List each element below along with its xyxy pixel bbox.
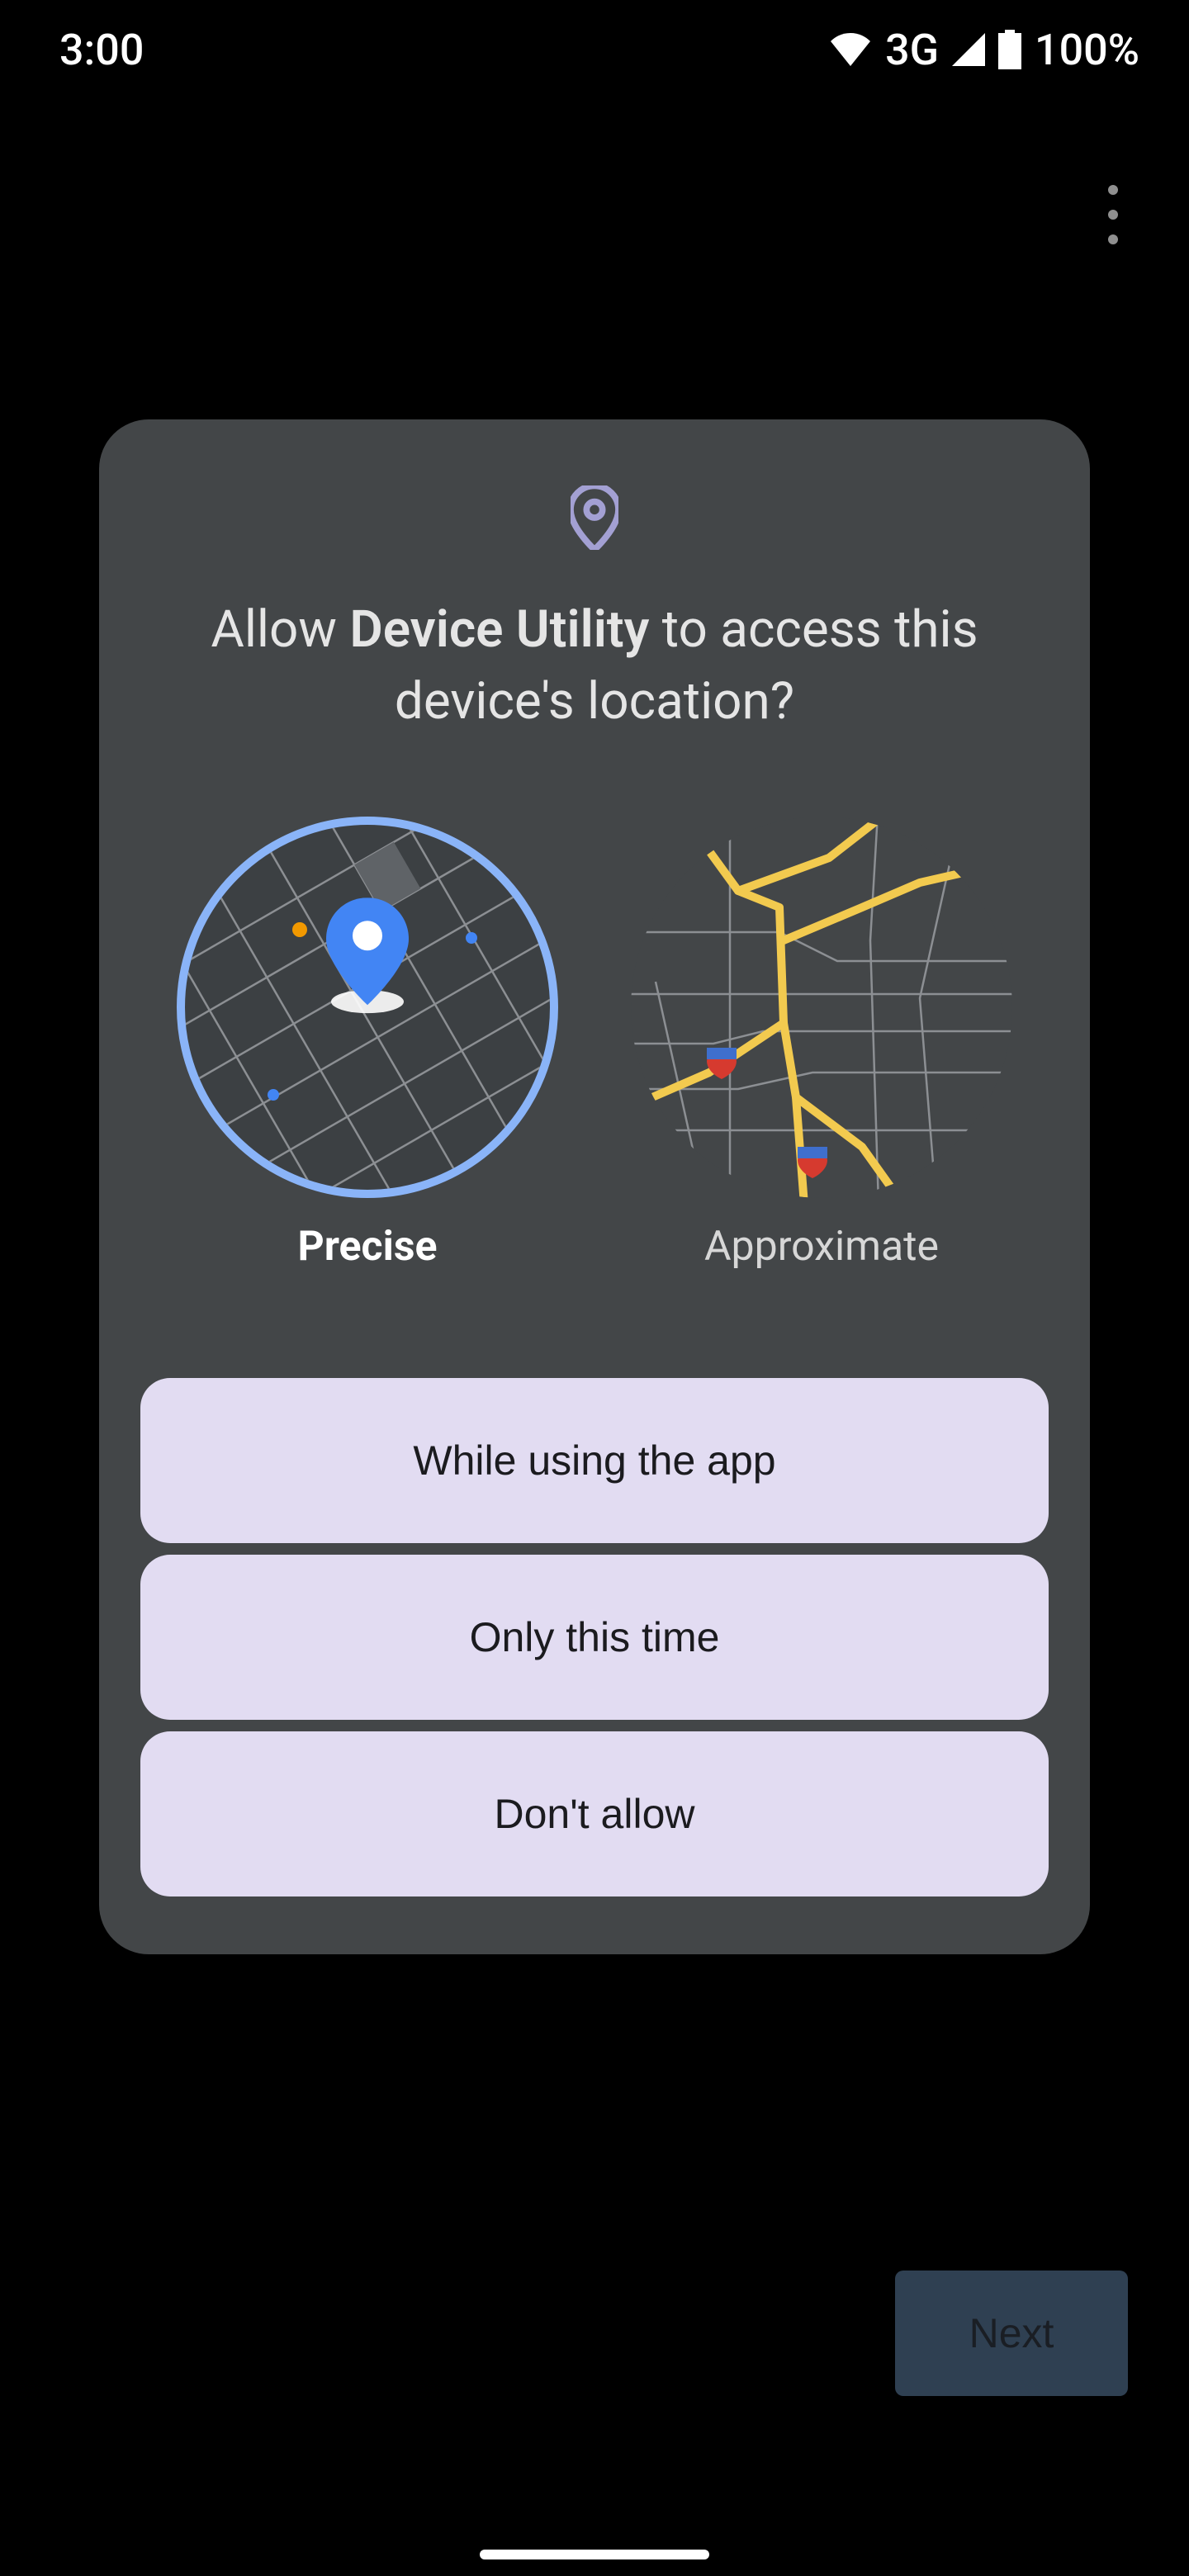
dont-allow-button[interactable]: Don't allow xyxy=(140,1731,1049,1896)
location-pin-icon xyxy=(571,485,618,553)
title-app-name: Device Utility xyxy=(349,599,649,660)
status-time: 3:00 xyxy=(59,25,144,75)
accuracy-options: Precise xyxy=(140,817,1049,1271)
while-using-app-button[interactable]: While using the app xyxy=(140,1378,1049,1543)
dialog-title: Allow Device Utility to access this devi… xyxy=(140,594,1049,738)
navigation-bar-handle[interactable] xyxy=(480,2550,709,2559)
battery-icon xyxy=(998,30,1021,69)
battery-percentage: 100% xyxy=(1035,25,1139,75)
permission-buttons: While using the app Only this time Don't… xyxy=(140,1378,1049,1896)
precise-label: Precise xyxy=(297,1223,437,1271)
overflow-menu-icon[interactable] xyxy=(1088,173,1138,256)
status-bar: 3:00 3G 100% xyxy=(0,0,1189,99)
title-prefix: Allow xyxy=(211,599,349,660)
accuracy-option-precise[interactable]: Precise xyxy=(177,817,558,1271)
precise-map-illustration xyxy=(177,817,558,1198)
cellular-signal-icon xyxy=(952,33,985,66)
approximate-label: Approximate xyxy=(704,1223,939,1271)
accuracy-option-approximate[interactable]: Approximate xyxy=(631,817,1012,1271)
network-label: 3G xyxy=(885,25,939,75)
next-button[interactable]: Next xyxy=(895,2271,1128,2396)
status-right: 3G 100% xyxy=(829,25,1139,75)
wifi-icon xyxy=(829,33,872,66)
permission-dialog: Allow Device Utility to access this devi… xyxy=(99,419,1090,1954)
approximate-map-illustration xyxy=(631,817,1012,1198)
map-pin-icon xyxy=(326,897,409,1016)
only-this-time-button[interactable]: Only this time xyxy=(140,1555,1049,1720)
